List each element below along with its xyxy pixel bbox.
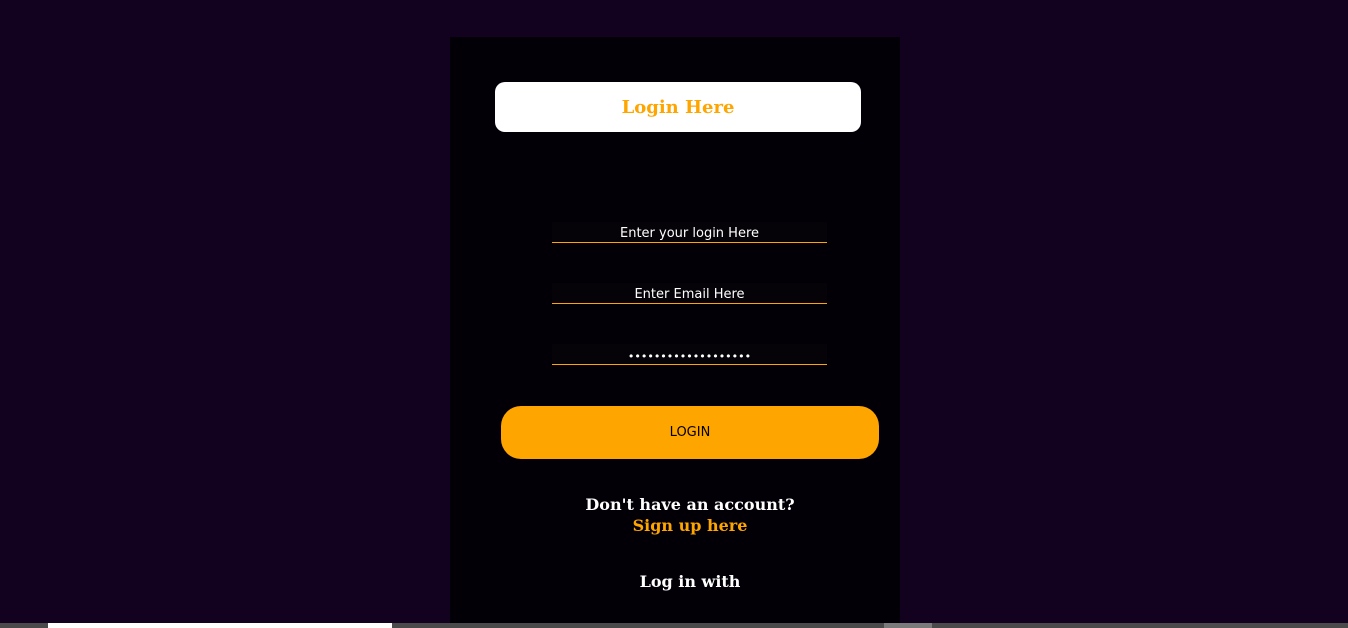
login-button[interactable]: LOGIN bbox=[501, 406, 879, 459]
login-placeholder: Enter your login Here bbox=[619, 226, 760, 241]
password-value: ••••••••••••••••••• bbox=[627, 350, 752, 363]
horizontal-scrollbar[interactable] bbox=[0, 623, 1348, 628]
email-placeholder: Enter Email Here bbox=[634, 287, 745, 302]
scrollbar-thumb[interactable] bbox=[48, 623, 392, 628]
password-input[interactable]: ••••••••••••••••••• bbox=[552, 344, 827, 365]
signup-link[interactable]: Sign up here bbox=[450, 515, 930, 536]
signup-block: Don't have an account? Sign up here bbox=[450, 494, 930, 536]
login-button-label: LOGIN bbox=[669, 425, 711, 440]
login-with-heading: Log in with bbox=[639, 572, 741, 591]
login-input[interactable]: Enter your login Here bbox=[552, 222, 827, 243]
title-box: Login Here bbox=[495, 82, 861, 132]
page-title: Login Here bbox=[621, 96, 735, 118]
page: Login Here Enter your login Here Enter E… bbox=[0, 0, 1348, 628]
login-panel: Login Here Enter your login Here Enter E… bbox=[450, 37, 900, 628]
no-account-text: Don't have an account? bbox=[585, 495, 795, 514]
scrollbar-marker bbox=[884, 623, 932, 628]
email-input[interactable]: Enter Email Here bbox=[552, 283, 827, 304]
